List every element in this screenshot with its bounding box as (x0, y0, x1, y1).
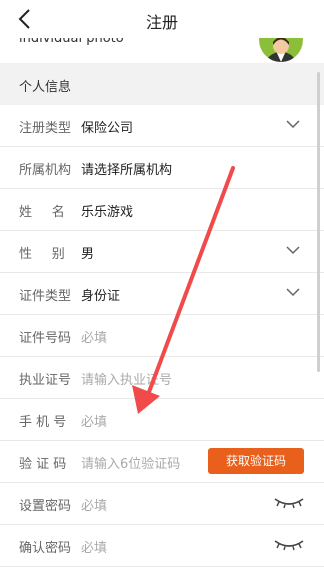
get-code-button[interactable]: 获取验证码 (208, 448, 304, 474)
top-bar: 注册 (0, 0, 324, 38)
field-label: 手 机 号 (19, 415, 67, 430)
row-set-password[interactable]: 设置密码 必填 (0, 483, 324, 525)
field-label: 确认密码 (19, 541, 72, 556)
row-name[interactable]: 姓 名 乐乐游戏 (0, 189, 324, 231)
scrollbar[interactable] (317, 72, 320, 372)
confirm-password-input[interactable]: 必填 (81, 537, 107, 556)
section-personal-info: 个人信息 (0, 63, 324, 105)
row-id-type[interactable]: 证件类型 身份证 (0, 273, 324, 315)
field-label: 注册类型 (19, 121, 72, 136)
avatar[interactable] (259, 38, 303, 62)
row-license-number[interactable]: 执业证号 请输入执业证号 (0, 357, 324, 399)
field-label: 证件号码 (19, 331, 72, 346)
license-number-input[interactable]: 请输入执业证号 (81, 369, 172, 388)
gender-value: 男 (81, 247, 95, 262)
id-type-value: 身份证 (81, 289, 121, 304)
page-title: 注册 (145, 13, 178, 32)
row-id-number[interactable]: 证件号码 必填 (0, 315, 324, 357)
chevron-down-icon (286, 288, 300, 297)
field-label: 所属机构 (19, 163, 72, 178)
row-phone[interactable]: 手 机 号 必填 (0, 399, 324, 441)
section-title: 个人信息 (19, 80, 72, 95)
field-label: 性 别 (19, 247, 73, 262)
field-label: 证件类型 (19, 289, 72, 304)
eye-closed-icon[interactable] (274, 497, 304, 509)
avatar-row[interactable]: individual photo (0, 38, 324, 63)
row-verification-code[interactable]: 验 证 码 请输入6位验证码 获取验证码 (0, 441, 324, 483)
field-label: 姓 名 (19, 205, 73, 220)
field-label: 设置密码 (19, 499, 72, 514)
row-registration-type[interactable]: 注册类型 保险公司 (0, 105, 324, 147)
verification-code-input[interactable]: 请输入6位验证码 (81, 453, 180, 472)
row-organization[interactable]: 所属机构 请选择所属机构 (0, 147, 324, 189)
id-number-input[interactable]: 必填 (81, 327, 107, 346)
form-rows: 注册类型 保险公司 所属机构 请选择所属机构 姓 名 乐乐游戏 性 别 男 证件… (0, 105, 324, 567)
registration-type-value: 保险公司 (81, 121, 134, 136)
password-input[interactable]: 必填 (81, 495, 107, 514)
chevron-down-icon (286, 120, 300, 129)
phone-input[interactable]: 必填 (81, 411, 107, 430)
row-gender[interactable]: 性 别 男 (0, 231, 324, 273)
name-input[interactable]: 乐乐游戏 (81, 201, 133, 220)
organization-value: 请选择所属机构 (81, 163, 173, 178)
field-label: 执业证号 (19, 373, 72, 388)
eye-closed-icon[interactable] (274, 539, 304, 551)
row-confirm-password[interactable]: 确认密码 必填 (0, 525, 324, 567)
avatar-label: individual photo (19, 38, 124, 46)
field-label: 验 证 码 (19, 457, 67, 472)
chevron-down-icon (286, 246, 300, 255)
